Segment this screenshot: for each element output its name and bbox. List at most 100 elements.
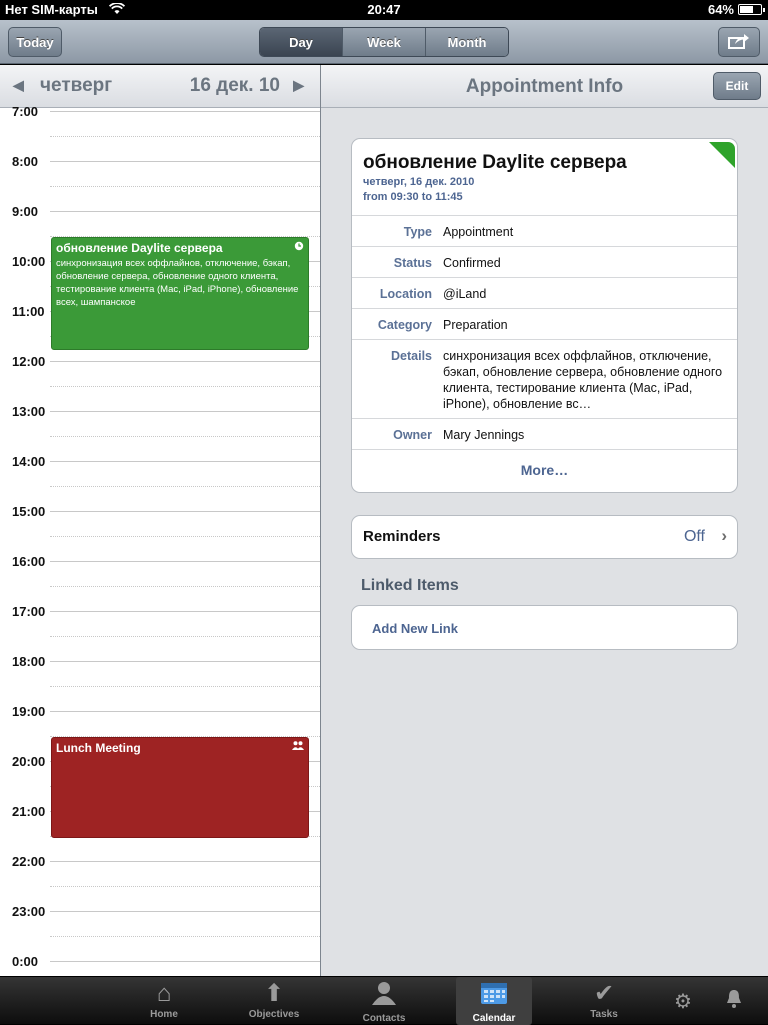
event-daylite-update[interactable]: обновление Daylite сервера синхронизация… [51,237,309,350]
battery-percent: 64% [707,2,734,17]
hour-row[interactable]: 22:00 [0,854,320,911]
prev-day-icon[interactable]: ◀ [13,77,24,94]
field-category: Category Preparation [352,308,737,339]
home-icon: ⌂ [156,980,172,1007]
hour-line [50,661,320,662]
day-date: 16 дек. 10 [189,75,280,96]
hour-row[interactable]: 15:00 [0,504,320,561]
hour-row[interactable]: 17:00 [0,604,320,661]
half-hour-line [50,936,320,937]
hour-row[interactable]: 16:00 [0,554,320,611]
half-hour-line [50,386,320,387]
more-button[interactable]: More… [352,462,737,478]
tab-contacts[interactable]: Contacts [346,977,422,1025]
hour-label: 15:00 [12,504,46,519]
segment-month[interactable]: Month [425,28,508,56]
hour-label: 20:00 [12,754,46,769]
half-hour-line [50,636,320,637]
hour-row[interactable]: 13:00 [0,404,320,461]
hour-line [50,211,320,212]
hour-row[interactable]: 8:00 [0,154,320,211]
next-day-icon[interactable]: ▶ [293,77,304,94]
field-value: Mary Jennings [443,428,525,442]
half-hour-line [50,186,320,187]
today-button[interactable]: Today [8,27,62,57]
half-hour-line [50,436,320,437]
appointment-time: from 09:30 to 11:45 [363,191,463,203]
battery-indicator: 64% [707,2,765,17]
hour-line [50,611,320,612]
add-new-link-row[interactable]: Add New Link [351,605,738,650]
share-button[interactable] [718,27,760,57]
field-value: Appointment [443,225,514,239]
top-toolbar: Today Day Week Month [0,20,768,64]
hour-label: 13:00 [12,404,46,419]
hour-line [50,961,320,962]
tab-objectives[interactable]: ⬆ Objectives [236,977,312,1025]
event-title: обновление Daylite сервера [56,241,223,255]
field-label: Location [379,287,432,301]
tab-label: Calendar [472,1013,516,1024]
gear-icon[interactable]: ⚙ [674,989,692,1014]
event-lunch-meeting[interactable]: Lunch Meeting [51,737,309,838]
tab-label: Tasks [590,1009,618,1020]
hour-row[interactable]: 23:00 [0,904,320,961]
hour-label: 9:00 [12,204,39,219]
tab-bar: ⌂ Home ⬆ Objectives Contacts Calendar ✔ … [0,976,768,1025]
field-label: Owner [393,428,432,442]
tab-label: Contacts [362,1013,406,1024]
hour-line [50,161,320,162]
hour-line [50,711,320,712]
hour-label: 19:00 [12,704,46,719]
half-hour-line [50,686,320,687]
hour-label: 17:00 [12,604,46,619]
field-details: Details синхронизация всех оффлайнов, от… [352,339,737,418]
segment-day[interactable]: Day [260,28,342,56]
hour-label: 18:00 [12,654,46,669]
hour-label: 8:00 [12,154,39,169]
hour-row[interactable]: 18:00 [0,654,320,711]
field-label: Category [377,318,432,332]
hour-label: 16:00 [12,554,46,569]
hour-row[interactable]: 7:00 [0,104,320,161]
tab-home[interactable]: ⌂ Home [126,977,202,1025]
tab-label: Objectives [248,1009,300,1020]
edit-button[interactable]: Edit [713,72,761,100]
field-type: Type Appointment [352,215,737,246]
clock-icon [294,241,304,254]
hour-label: 12:00 [12,354,46,369]
chevron-right-icon: › [721,526,727,545]
hour-line [50,511,320,512]
add-new-link-label: Add New Link [372,621,458,636]
reminders-value: Off [683,528,705,545]
day-header: ◀ четверг 16 дек. 10 ▶ [0,65,320,108]
tab-tasks[interactable]: ✔ Tasks [566,977,642,1025]
linked-items-header: Linked Items [361,577,459,594]
field-value: Confirmed [443,256,501,270]
appointment-date: четверг, 16 дек. 2010 [363,176,475,188]
bell-icon[interactable] [725,989,743,1015]
hour-row[interactable]: 12:00 [0,354,320,411]
appointment-card: обновление Daylite сервера четверг, 16 д… [351,138,738,493]
battery-icon [738,4,765,15]
tab-calendar[interactable]: Calendar [456,977,532,1025]
hour-label: 11:00 [12,304,45,319]
people-icon [292,741,304,753]
hour-row[interactable]: 14:00 [0,454,320,511]
reminders-row[interactable]: Reminders Off › [351,515,738,559]
calendar-icon [456,981,532,1011]
field-owner: Owner Mary Jennings [352,418,737,449]
hour-line [50,461,320,462]
half-hour-line [50,486,320,487]
clock-time: 20:47 [367,2,401,17]
hour-line [50,911,320,912]
half-hour-line [50,536,320,537]
hour-row[interactable]: 0:00 [0,954,320,976]
more-divider [352,449,737,450]
segment-week[interactable]: Week [342,28,425,56]
hour-line [50,111,320,112]
field-status: Status Confirmed [352,246,737,277]
share-icon [728,33,750,52]
half-hour-line [50,886,320,887]
contacts-icon [346,981,422,1011]
